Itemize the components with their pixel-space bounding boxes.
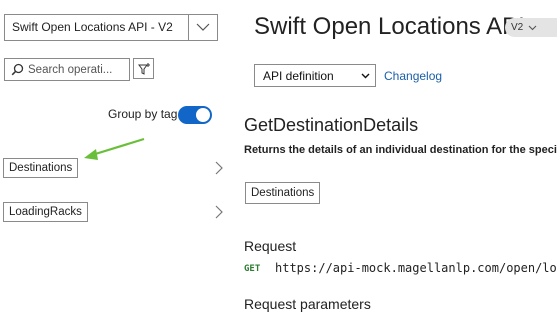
toggle-knob	[196, 108, 210, 122]
sidebar-tag-label: LoadingRacks	[3, 202, 88, 222]
chevron-down-icon	[361, 73, 370, 78]
filter-icon	[137, 62, 150, 75]
chevron-down-icon	[528, 25, 537, 30]
api-version-dropdown-button[interactable]	[188, 15, 217, 40]
api-version-select[interactable]: Swift Open Locations API - V2	[4, 14, 218, 41]
search-operations-input[interactable]	[26, 63, 126, 76]
chevron-right-icon	[215, 205, 223, 219]
request-url: https://api-mock.magellanlp.com/open/loc…	[275, 261, 557, 275]
operation-tag-destinations[interactable]: Destinations	[245, 182, 321, 204]
operation-description: Returns the details of an individual des…	[244, 144, 557, 156]
api-title: Swift Open Locations API	[254, 13, 525, 40]
app-root: Swift Open Locations API - V2 Group by t…	[0, 0, 557, 330]
sidebar-tag-label: Destinations	[3, 158, 79, 178]
api-definition-select-label: API definition	[263, 68, 334, 83]
http-method-badge: GET	[244, 264, 261, 274]
search-operations-box[interactable]	[4, 58, 130, 81]
chevron-down-icon	[196, 23, 210, 31]
annotation-arrow-icon	[84, 137, 145, 160]
group-by-tag-toggle[interactable]	[178, 106, 212, 124]
api-version-select-label: Swift Open Locations API - V2	[12, 20, 173, 34]
version-badge-label: V2	[511, 22, 524, 33]
request-heading: Request	[244, 238, 297, 254]
version-badge[interactable]: V2	[505, 18, 557, 37]
search-icon	[8, 63, 26, 76]
operation-title: GetDestinationDetails	[244, 115, 419, 135]
changelog-link[interactable]: Changelog	[384, 69, 442, 83]
request-parameters-heading: Request parameters	[244, 296, 371, 312]
api-definition-select[interactable]: API definition	[254, 64, 376, 87]
sidebar-tag-loadingracks[interactable]: LoadingRacks	[0, 202, 228, 224]
filter-button[interactable]	[133, 58, 154, 79]
group-by-tag-label: Group by tag	[108, 107, 178, 121]
chevron-right-icon	[215, 161, 223, 175]
